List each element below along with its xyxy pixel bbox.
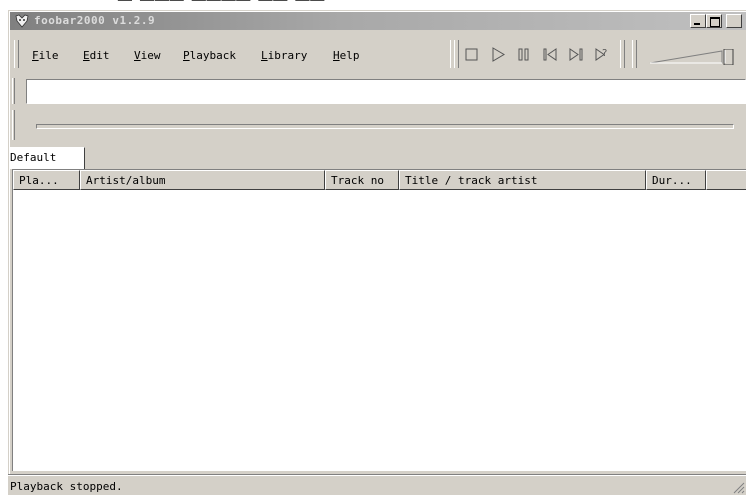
- menubar-grip[interactable]: [14, 40, 19, 68]
- window-title: foobar2000 v1.2.9: [34, 14, 156, 27]
- volume-slider[interactable]: [648, 48, 738, 66]
- maximize-button[interactable]: [706, 14, 722, 28]
- column-header-playing[interactable]: Pla...: [13, 170, 80, 190]
- pause-button[interactable]: [514, 44, 534, 64]
- random-icon: ?: [595, 48, 607, 61]
- menu-file[interactable]: File: [32, 49, 59, 62]
- pause-icon: [518, 48, 529, 61]
- status-text: Playback stopped.: [10, 480, 123, 493]
- playlist-view[interactable]: Pla... Artist/album Track no Title / tra…: [12, 169, 746, 471]
- play-icon: [492, 47, 505, 62]
- cropped-heading: ▀ ▀▀▀ ▀▀▀▀ ▀▀ ▀▀: [0, 0, 746, 10]
- previous-icon: [543, 48, 557, 61]
- close-icon: ×: [730, 14, 741, 28]
- menu-playback[interactable]: Playback: [183, 49, 236, 62]
- random-button[interactable]: ?: [592, 44, 612, 64]
- volume-grip: [620, 40, 625, 68]
- volume-grip-2[interactable]: [632, 40, 637, 68]
- column-header-duration[interactable]: Dur...: [646, 170, 706, 190]
- maximize-icon: [710, 17, 720, 27]
- menu-library[interactable]: Library: [261, 49, 307, 62]
- column-header-title[interactable]: Title / track artist: [399, 170, 646, 190]
- close-button[interactable]: ×: [726, 14, 742, 28]
- menu-edit[interactable]: Edit: [83, 49, 110, 62]
- previous-button[interactable]: [540, 44, 560, 64]
- address-grip: [12, 78, 15, 104]
- tab-default[interactable]: Default: [9, 147, 85, 169]
- column-header-track-no[interactable]: Track no: [325, 170, 399, 190]
- seekbar-track[interactable]: [36, 124, 734, 129]
- minimize-button[interactable]: [690, 14, 706, 28]
- menu-toolbar-row: File Edit View Playback Library Help ?: [10, 32, 746, 74]
- volume-slider-track: [649, 48, 734, 66]
- title-bar[interactable]: foobar2000 v1.2.9 ×: [10, 12, 746, 30]
- column-header-filler: [706, 170, 746, 190]
- heading-fragment: ▀ ▀▀▀ ▀▀▀▀ ▀▀ ▀▀: [118, 0, 325, 10]
- menu-view[interactable]: View: [134, 49, 161, 62]
- stop-icon: [465, 48, 478, 61]
- stop-button[interactable]: [462, 44, 482, 64]
- status-bar: Playback stopped.: [8, 474, 746, 495]
- toolbar-grip-2: [454, 40, 459, 68]
- next-button[interactable]: [566, 44, 586, 64]
- next-icon: [569, 48, 583, 61]
- tab-default-label: Default: [10, 151, 57, 164]
- foobar-app-icon: [14, 13, 30, 29]
- menu-help[interactable]: Help: [333, 49, 360, 62]
- seekbar-row: [26, 112, 746, 139]
- address-field[interactable]: [26, 79, 746, 104]
- play-button[interactable]: [488, 44, 508, 64]
- seekbar-grip: [12, 110, 15, 140]
- column-header-artist-album[interactable]: Artist/album: [80, 170, 325, 190]
- resize-grip-icon[interactable]: [732, 481, 745, 494]
- svg-text:?: ?: [602, 48, 607, 59]
- minimize-icon: [694, 23, 700, 25]
